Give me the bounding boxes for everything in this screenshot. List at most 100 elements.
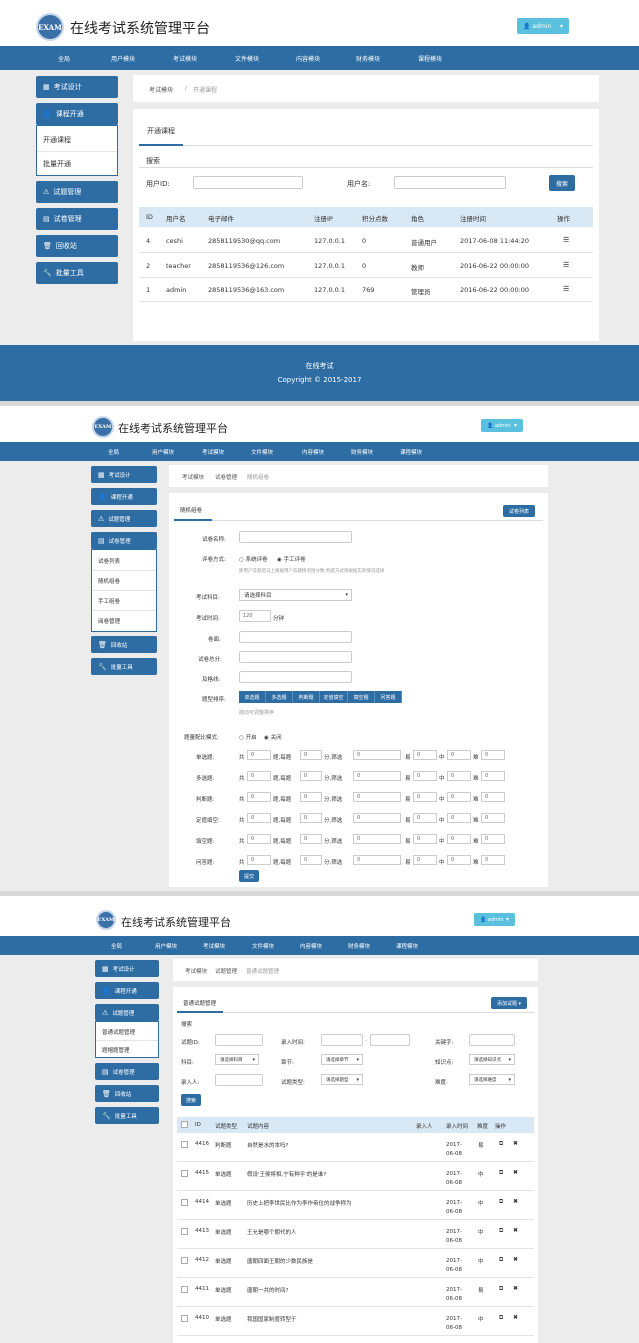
count-input[interactable]: 0 [247,750,271,760]
sidebar-item-exam-design[interactable]: ▦ 考试设计 [91,466,157,483]
qtype-select[interactable]: 请选择题型 ▾ [321,1074,363,1085]
add-question-button[interactable]: 添加试题 ▾ [491,997,527,1009]
count-input[interactable]: 0 [247,771,271,781]
chapter-select[interactable]: 请选择章节 ▾ [321,1054,363,1065]
select-all-checkbox[interactable] [181,1121,188,1128]
count-input[interactable]: 0 [481,792,505,802]
delete-icon[interactable]: ✖ [513,1256,518,1263]
nav-item-global[interactable]: 全局 [58,54,70,63]
sidebar-item-paper-mgmt[interactable]: ▤ 试卷管理 [91,532,157,549]
nav-item-content[interactable]: 内容模块 [302,448,324,456]
difficulty-select[interactable]: 请选择难度 ▾ [469,1074,515,1085]
count-input[interactable]: 0 [300,792,322,802]
nav-item-user[interactable]: 用户模块 [155,942,177,950]
count-input[interactable]: 0 [447,771,471,781]
duration-input[interactable]: 120 [239,610,271,622]
sidebar-item-course-open[interactable]: 👤 课程开通 [91,488,157,505]
edit-icon[interactable]: ⧉ [499,1256,503,1264]
count-input[interactable]: 0 [447,792,471,802]
order-tag-essay[interactable]: 问答题 [375,691,402,703]
count-input[interactable]: 0 [300,855,322,865]
nav-item-file[interactable]: 文件模块 [252,942,274,950]
pass-score-input[interactable] [239,651,352,663]
sidebar-sub-grading[interactable]: 阅卷管理 [98,617,120,625]
count-input[interactable]: 0 [300,771,322,781]
sidebar-sub-paper-list[interactable]: 试卷列表 [98,557,120,565]
count-input[interactable]: 0 [481,855,505,865]
delete-icon[interactable]: ✖ [513,1169,518,1176]
count-input[interactable]: 0 [300,750,322,760]
scoring-option-manual[interactable]: ◉ 手工评卷 [277,555,306,563]
list-icon[interactable]: ☰ [563,285,569,293]
entry-time-start-input[interactable] [321,1034,363,1046]
edit-icon[interactable]: ⧉ [499,1169,503,1177]
delete-icon[interactable]: ✖ [513,1285,518,1292]
sidebar-sub-open-course[interactable]: 开通课程 [43,135,71,145]
config-option-off[interactable]: ◉ 关闭 [264,733,282,741]
nav-item-finance[interactable]: 财务模块 [351,448,373,456]
row-checkbox[interactable] [181,1199,188,1206]
search-button[interactable]: 搜索 [181,1094,201,1106]
userid-input[interactable] [193,176,303,189]
paper-list-button[interactable]: 试卷列表 [503,505,535,517]
sidebar-sub-normal-question[interactable]: 普通试题管理 [102,1028,135,1036]
submit-button[interactable]: 提交 [239,870,259,882]
breadcrumb-item[interactable]: 试卷管理 [215,473,237,481]
subject-select[interactable]: 请选择科目 ▾ [239,589,352,601]
list-icon[interactable]: ☰ [563,236,569,244]
count-input[interactable]: 0 [353,771,401,781]
entry-time-end-input[interactable] [370,1034,410,1046]
sidebar-item-course-open[interactable]: 👤 课程开通 [36,103,118,125]
delete-icon[interactable]: ✖ [513,1198,518,1205]
user-menu-button[interactable]: 👤 admin ▾ [517,18,569,34]
config-option-on[interactable]: ○ 开启 [239,733,257,741]
nav-item-file[interactable]: 文件模块 [235,54,259,63]
count-input[interactable]: 0 [447,855,471,865]
sidebar-item-exam-design[interactable]: ▦ 考试设计 [36,76,118,98]
count-input[interactable]: 0 [353,813,401,823]
edit-icon[interactable]: ⧉ [499,1314,503,1322]
user-menu-button[interactable]: 👤 admin ▾ [481,419,523,432]
count-input[interactable]: 0 [447,834,471,844]
count-input[interactable]: 0 [481,813,505,823]
tab-normal-question[interactable]: 普通试题管理 [183,999,216,1007]
breadcrumb-item[interactable]: 考试模块 [182,473,204,481]
count-input[interactable]: 0 [413,750,437,760]
count-input[interactable]: 0 [447,750,471,760]
order-tag-fill[interactable]: 填空题 [348,691,375,703]
list-icon[interactable]: ☰ [563,261,569,269]
sidebar-item-bulk-tools[interactable]: 🔧 批量工具 [36,262,118,284]
edit-icon[interactable]: ⧉ [499,1198,503,1206]
nav-item-exam[interactable]: 考试模块 [173,54,197,63]
sidebar-item-paper-mgmt[interactable]: ▤ 试卷管理 [36,208,118,230]
nav-item-global[interactable]: 全局 [108,448,119,456]
sidebar-item-course-open[interactable]: 👤 课程开通 [95,982,159,999]
breadcrumb-item[interactable]: 试题管理 [215,967,237,975]
tab-random-paper[interactable]: 随机组卷 [180,506,202,514]
order-tag-single[interactable]: 单选题 [239,691,266,703]
nav-item-user[interactable]: 用户模块 [111,54,135,63]
nav-item-exam[interactable]: 考试模块 [202,448,224,456]
count-input[interactable]: 0 [413,834,437,844]
nav-item-global[interactable]: 全局 [111,942,122,950]
count-input[interactable]: 0 [447,813,471,823]
scoring-option-system[interactable]: ○ 系统评卷 [239,555,268,563]
order-tag-multi[interactable]: 多选题 [266,691,293,703]
count-input[interactable]: 0 [413,792,437,802]
row-checkbox[interactable] [181,1286,188,1293]
subject-select[interactable]: 请选择科目 ▾ [215,1054,259,1065]
delete-icon[interactable]: ✖ [513,1227,518,1234]
paper-name-input[interactable] [239,531,352,543]
breadcrumb-item[interactable]: 考试模块 [149,85,173,94]
count-input[interactable]: 0 [413,813,437,823]
sidebar-item-recycle[interactable]: 🗑 回收站 [91,636,157,653]
entry-person-input[interactable] [215,1074,263,1086]
count-input[interactable]: 0 [481,834,505,844]
count-input[interactable]: 0 [247,813,271,823]
row-checkbox[interactable] [181,1257,188,1264]
breadcrumb-item[interactable]: 考试模块 [185,967,207,975]
search-button[interactable]: 搜索 [549,175,575,191]
order-tag-judge[interactable]: 判断题 [293,691,320,703]
sidebar-sub-manual[interactable]: 手工组卷 [98,597,120,605]
nav-item-course[interactable]: 课程模块 [418,54,442,63]
